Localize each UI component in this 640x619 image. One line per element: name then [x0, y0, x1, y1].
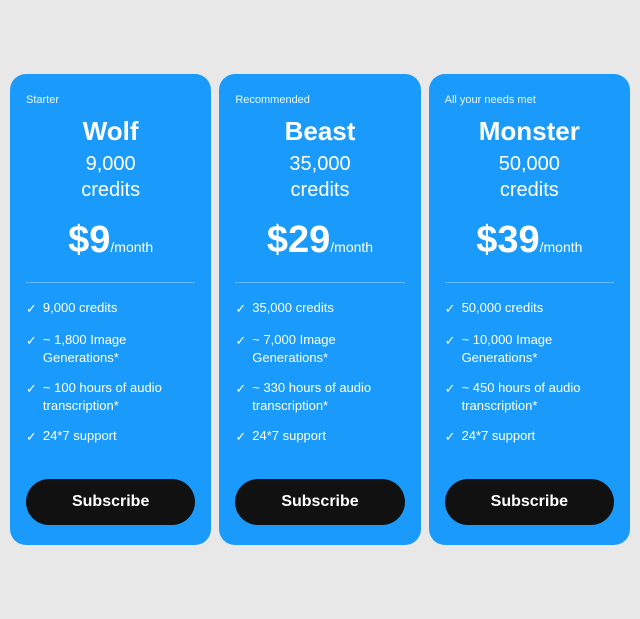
plan-badge: Starter — [26, 94, 195, 106]
plans-container: Starter Wolf 9,000credits $9/month ✓ 9,0… — [10, 74, 630, 544]
check-icon: ✓ — [445, 300, 456, 318]
check-icon: ✓ — [235, 380, 246, 398]
check-icon: ✓ — [445, 428, 456, 446]
divider — [445, 282, 614, 283]
plan-badge: All your needs met — [445, 94, 614, 106]
plan-price: $29/month — [235, 219, 404, 262]
feature-text: 24*7 support — [43, 427, 117, 445]
plan-name: Monster — [445, 116, 614, 147]
feature-text: 35,000 credits — [252, 299, 334, 317]
price-amount: $39 — [476, 219, 539, 261]
check-icon: ✓ — [26, 332, 37, 350]
price-period: /month — [110, 239, 153, 255]
price-amount: $9 — [68, 219, 110, 261]
feature-item: ✓ 24*7 support — [235, 427, 404, 446]
price-period: /month — [330, 239, 373, 255]
feature-text: ~ 7,000 Image Generations* — [252, 331, 404, 367]
feature-text: ~ 10,000 Image Generations* — [462, 331, 614, 367]
features-list: ✓ 50,000 credits ✓ ~ 10,000 Image Genera… — [445, 299, 614, 458]
check-icon: ✓ — [26, 300, 37, 318]
check-icon: ✓ — [235, 428, 246, 446]
feature-text: ~ 1,800 Image Generations* — [43, 331, 195, 367]
subscribe-button[interactable]: Subscribe — [235, 479, 404, 525]
feature-item: ✓ 9,000 credits — [26, 299, 195, 318]
plan-card-monster: All your needs met Monster 50,000credits… — [429, 74, 630, 544]
check-icon: ✓ — [26, 380, 37, 398]
subscribe-button[interactable]: Subscribe — [445, 479, 614, 525]
price-amount: $29 — [267, 219, 330, 261]
feature-item: ✓ ~ 10,000 Image Generations* — [445, 331, 614, 367]
check-icon: ✓ — [26, 428, 37, 446]
plan-card-beast: Recommended Beast 35,000credits $29/mont… — [219, 74, 420, 544]
divider — [235, 282, 404, 283]
check-icon: ✓ — [445, 332, 456, 350]
feature-item: ✓ 24*7 support — [26, 427, 195, 446]
feature-item: ✓ ~ 1,800 Image Generations* — [26, 331, 195, 367]
feature-item: ✓ 35,000 credits — [235, 299, 404, 318]
divider — [26, 282, 195, 283]
price-period: /month — [540, 239, 583, 255]
feature-item: ✓ ~ 100 hours of audio transcription* — [26, 379, 195, 415]
feature-text: 9,000 credits — [43, 299, 117, 317]
plan-credits: 9,000credits — [26, 151, 195, 203]
features-list: ✓ 35,000 credits ✓ ~ 7,000 Image Generat… — [235, 299, 404, 458]
feature-text: 24*7 support — [462, 427, 536, 445]
feature-text: ~ 450 hours of audio transcription* — [462, 379, 614, 415]
plan-name: Wolf — [26, 116, 195, 147]
check-icon: ✓ — [445, 380, 456, 398]
feature-text: ~ 330 hours of audio transcription* — [252, 379, 404, 415]
check-icon: ✓ — [235, 300, 246, 318]
plan-price: $39/month — [445, 219, 614, 262]
feature-item: ✓ 50,000 credits — [445, 299, 614, 318]
feature-item: ✓ 24*7 support — [445, 427, 614, 446]
plan-price: $9/month — [26, 219, 195, 262]
plan-card-wolf: Starter Wolf 9,000credits $9/month ✓ 9,0… — [10, 74, 211, 544]
subscribe-button[interactable]: Subscribe — [26, 479, 195, 525]
feature-item: ✓ ~ 330 hours of audio transcription* — [235, 379, 404, 415]
plan-credits: 50,000credits — [445, 151, 614, 203]
feature-item: ✓ ~ 450 hours of audio transcription* — [445, 379, 614, 415]
check-icon: ✓ — [235, 332, 246, 350]
plan-badge: Recommended — [235, 94, 404, 106]
feature-text: 50,000 credits — [462, 299, 544, 317]
plan-credits: 35,000credits — [235, 151, 404, 203]
feature-text: ~ 100 hours of audio transcription* — [43, 379, 195, 415]
plan-name: Beast — [235, 116, 404, 147]
feature-text: 24*7 support — [252, 427, 326, 445]
feature-item: ✓ ~ 7,000 Image Generations* — [235, 331, 404, 367]
features-list: ✓ 9,000 credits ✓ ~ 1,800 Image Generati… — [26, 299, 195, 458]
